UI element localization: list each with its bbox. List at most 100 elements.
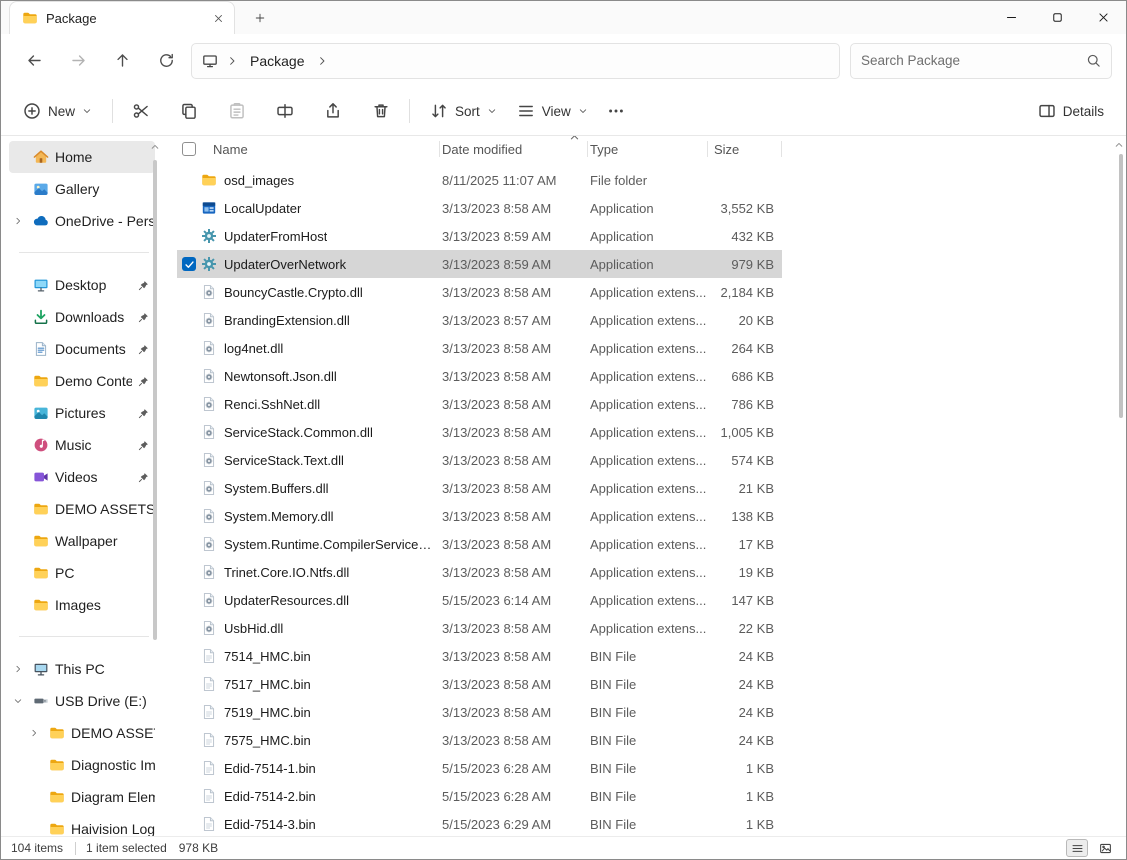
address-bar[interactable]: Package [191,43,840,79]
chevron-down-icon[interactable] [9,696,27,706]
file-row-system-runtime-compilerservices-un[interactable]: System.Runtime.CompilerServices.Un...3/1… [177,530,782,558]
details-button[interactable]: Details [1028,93,1114,129]
sidebar-item-videos[interactable]: Videos [9,461,155,493]
select-all-checkbox[interactable] [182,142,196,156]
sidebar-item-documents[interactable]: Documents [9,333,155,365]
sidebar-scrollbar[interactable] [153,160,157,640]
view-button[interactable]: View [507,93,598,129]
sidebar-item-onedrive-pers[interactable]: OneDrive - Pers... [9,205,155,237]
file-row-bouncycastle-crypto-dll[interactable]: BouncyCastle.Crypto.dll3/13/2023 8:58 AM… [177,278,782,306]
column-header-name[interactable]: Name [201,136,440,162]
file-row-7517-hmc-bin[interactable]: 7517_HMC.bin3/13/2023 8:58 AMBIN File24 … [177,670,782,698]
share-button[interactable] [315,93,351,129]
thumbnail-view-button[interactable] [1094,839,1116,857]
file-row-system-buffers-dll[interactable]: System.Buffers.dll3/13/2023 8:58 AMAppli… [177,474,782,502]
minimize-button[interactable] [988,1,1034,34]
file-size: 686 KB [708,369,782,384]
search-icon[interactable] [1086,53,1101,68]
vertical-scrollbar[interactable] [1119,154,1123,418]
file-row-trinet-core-io-ntfs-dll[interactable]: Trinet.Core.IO.Ntfs.dll3/13/2023 8:58 AM… [177,558,782,586]
forward-button[interactable] [59,43,97,79]
sidebar-divider [19,636,149,637]
sidebar-item-images[interactable]: Images [9,589,155,621]
file-row-localupdater[interactable]: LocalUpdater3/13/2023 8:58 AMApplication… [177,194,782,222]
sidebar-item-demo-assets[interactable]: DEMO ASSETS [9,717,155,749]
explorer-tab[interactable]: Package [9,1,235,34]
chevron-right-icon[interactable] [9,216,27,226]
navigation-bar: Package [1,34,1126,87]
search-input[interactable] [861,53,1086,68]
sidebar-item-this-pc[interactable]: This PC [9,653,155,685]
cut-button[interactable] [123,93,159,129]
file-row-usbhid-dll[interactable]: UsbHid.dll3/13/2023 8:58 AMApplication e… [177,614,782,642]
file-name: BouncyCastle.Crypto.dll [224,285,363,300]
copy-button[interactable] [171,93,207,129]
file-row-osd-images[interactable]: osd_images8/11/2025 11:07 AMFile folder [177,166,782,194]
sidebar-item-gallery[interactable]: Gallery [9,173,155,205]
column-header-date[interactable]: Date modified [440,136,588,162]
sidebar-scroll-up-icon[interactable] [150,142,160,152]
file-row-7575-hmc-bin[interactable]: 7575_HMC.bin3/13/2023 8:58 AMBIN File24 … [177,726,782,754]
sidebar-item-wallpaper[interactable]: Wallpaper [9,525,155,557]
sidebar-item-pictures[interactable]: Pictures [9,397,155,429]
new-tab-button[interactable] [245,5,275,31]
file-name-cell: Renci.SshNet.dll [201,396,440,412]
file-row-servicestack-text-dll[interactable]: ServiceStack.Text.dll3/13/2023 8:58 AMAp… [177,446,782,474]
search-box[interactable] [850,43,1112,79]
breadcrumb-chevron-icon[interactable] [226,55,238,67]
more-options-button[interactable] [598,93,634,129]
rename-button[interactable] [267,93,303,129]
file-row-renci-sshnet-dll[interactable]: Renci.SshNet.dll3/13/2023 8:58 AMApplica… [177,390,782,418]
file-row-7514-hmc-bin[interactable]: 7514_HMC.bin3/13/2023 8:58 AMBIN File24 … [177,642,782,670]
column-header-type[interactable]: Type [588,136,708,162]
file-row-edid-7514-3-bin[interactable]: Edid-7514-3.bin5/15/2023 6:29 AMBIN File… [177,810,782,836]
tab-close-icon[interactable] [213,13,224,24]
sidebar-item-haivision-logo[interactable]: Haivision Logo... [9,813,155,836]
dll-file-icon [201,564,217,580]
refresh-button[interactable] [147,43,185,79]
file-row-log4net-dll[interactable]: log4net.dll3/13/2023 8:58 AMApplication … [177,334,782,362]
file-row-7519-hmc-bin[interactable]: 7519_HMC.bin3/13/2023 8:58 AMBIN File24 … [177,698,782,726]
sidebar-item-demo-conte[interactable]: Demo Conte... [9,365,155,397]
file-row-updaterfromhost[interactable]: UpdaterFromHost3/13/2023 8:59 AMApplicat… [177,222,782,250]
file-row-system-memory-dll[interactable]: System.Memory.dll3/13/2023 8:58 AMApplic… [177,502,782,530]
chevron-right-icon[interactable] [9,664,27,674]
scroll-up-icon[interactable] [1114,140,1124,150]
sidebar-item-demo-assets[interactable]: DEMO ASSETS [9,493,155,525]
breadcrumb-chevron-icon[interactable] [316,55,328,67]
dll-file-icon [201,368,217,384]
sidebar-item-desktop[interactable]: Desktop [9,269,155,301]
up-button[interactable] [103,43,141,79]
delete-button[interactable] [363,93,399,129]
sort-button[interactable]: Sort [420,93,507,129]
row-checkbox-checked[interactable] [182,257,196,271]
file-name-cell: Trinet.Core.IO.Ntfs.dll [201,564,440,580]
sidebar-item-home[interactable]: Home [9,141,155,173]
sidebar-item-downloads[interactable]: Downloads [9,301,155,333]
sidebar-item-diagram-eleme[interactable]: Diagram Eleme... [9,781,155,813]
paste-button[interactable] [219,93,255,129]
sidebar-item-usb-drive-e[interactable]: USB Drive (E:) [9,685,155,717]
file-row-servicestack-common-dll[interactable]: ServiceStack.Common.dll3/13/2023 8:58 AM… [177,418,782,446]
sidebar-divider [19,252,149,253]
back-button[interactable] [15,43,53,79]
file-row-edid-7514-2-bin[interactable]: Edid-7514-2.bin5/15/2023 6:28 AMBIN File… [177,782,782,810]
sidebar-item-diagnostic-ima[interactable]: Diagnostic Ima... [9,749,155,781]
sidebar-item-pc[interactable]: PC [9,557,155,589]
details-view-button[interactable] [1066,839,1088,857]
column-header-size[interactable]: Size [708,136,782,162]
file-size: 24 KB [708,649,782,664]
file-row-updaterovernetwork[interactable]: UpdaterOverNetwork3/13/2023 8:59 AMAppli… [177,250,782,278]
breadcrumb-item-package[interactable]: Package [246,51,308,71]
minimize-icon [1005,11,1018,24]
maximize-button[interactable] [1034,1,1080,34]
chevron-right-icon[interactable] [25,728,43,738]
file-row-newtonsoft-json-dll[interactable]: Newtonsoft.Json.dll3/13/2023 8:58 AMAppl… [177,362,782,390]
file-row-edid-7514-1-bin[interactable]: Edid-7514-1.bin5/15/2023 6:28 AMBIN File… [177,754,782,782]
file-row-updaterresources-dll[interactable]: UpdaterResources.dll5/15/2023 6:14 AMApp… [177,586,782,614]
folder-icon [33,533,49,549]
file-row-brandingextension-dll[interactable]: BrandingExtension.dll3/13/2023 8:57 AMAp… [177,306,782,334]
new-button[interactable]: New [13,93,102,129]
close-button[interactable] [1080,1,1126,34]
sidebar-item-music[interactable]: Music [9,429,155,461]
